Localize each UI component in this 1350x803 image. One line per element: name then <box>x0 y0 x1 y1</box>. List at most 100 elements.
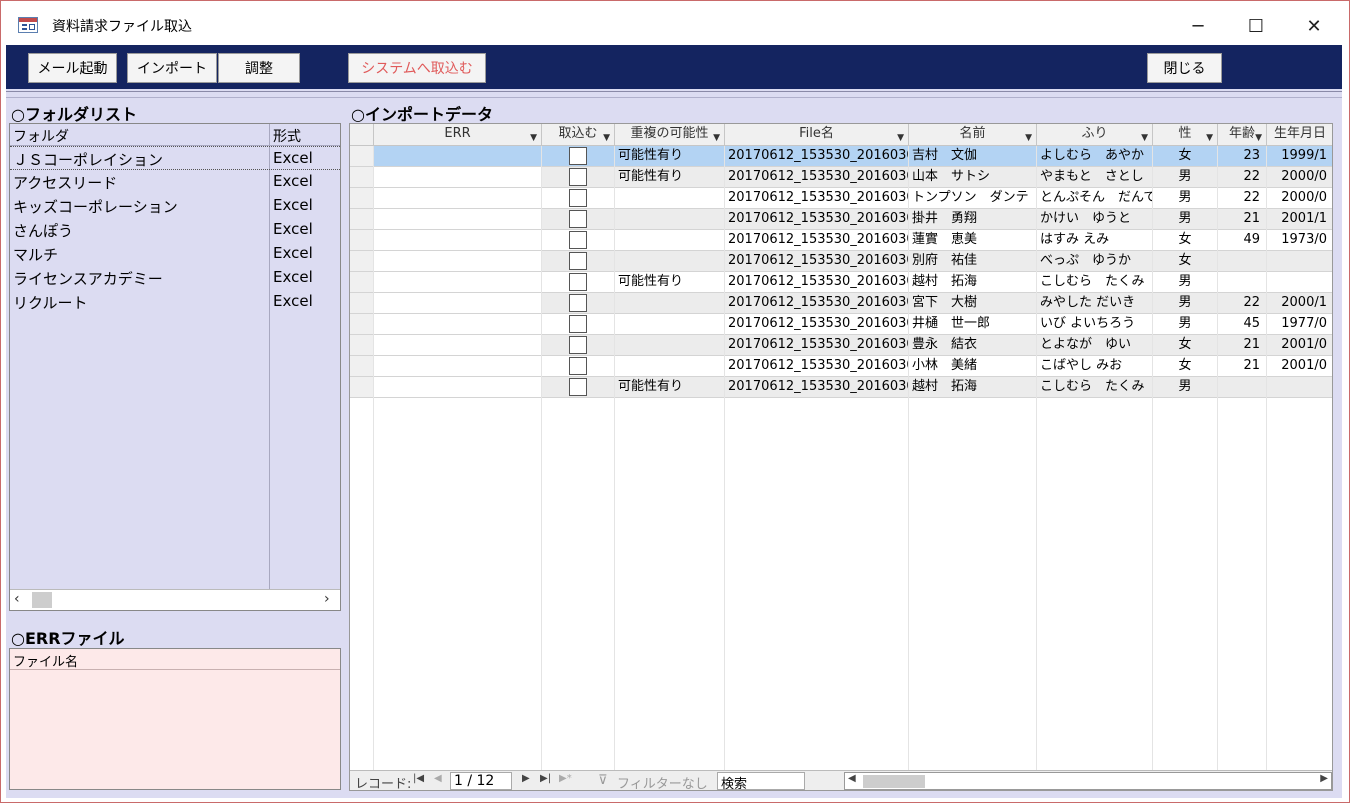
table-row[interactable]: 20170612_153530_20160301 宮下 大樹 みやした だいき男 22… <box>350 293 1332 314</box>
import-checkbox[interactable] <box>569 336 587 354</box>
age-cell[interactable]: 45 <box>1218 314 1267 334</box>
dup-cell[interactable]: 可能性有り <box>615 272 725 292</box>
close-button[interactable]: 閉じる <box>1147 53 1222 83</box>
scroll-thumb[interactable] <box>863 775 925 788</box>
row-selector[interactable] <box>350 251 374 271</box>
folder-item[interactable]: ライセンスアカデミー Excel <box>10 266 340 290</box>
import-check-header[interactable]: 取込む ▼ <box>542 124 615 146</box>
sex-cell[interactable]: 女 <box>1153 251 1218 271</box>
birth-cell[interactable]: 2000/0 <box>1267 188 1332 208</box>
err-cell[interactable] <box>374 377 542 397</box>
name-cell[interactable]: 蓮實 恵美 <box>909 230 1037 250</box>
sex-cell[interactable]: 女 <box>1153 230 1218 250</box>
sex-cell[interactable]: 女 <box>1153 146 1218 166</box>
birth-cell[interactable]: 1977/0 <box>1267 314 1332 334</box>
table-row[interactable]: 20170612_153530_20160301 井樋 世一郎 いび よいちろう男 4… <box>350 314 1332 335</box>
scroll-right-icon[interactable]: ▶ <box>1320 773 1328 784</box>
row-selector[interactable] <box>350 335 374 355</box>
table-row[interactable]: 可能性有り 20170612_153530_20160301 越村 拓海 こしむら た… <box>350 272 1332 293</box>
name-cell[interactable]: 豊永 結衣 <box>909 335 1037 355</box>
sex-cell[interactable]: 男 <box>1153 209 1218 229</box>
dup-cell[interactable] <box>615 314 725 334</box>
dropdown-arrow-icon[interactable]: ▼ <box>713 128 720 146</box>
row-selector[interactable] <box>350 146 374 166</box>
furi-cell[interactable]: こしむら たくみ <box>1037 377 1153 397</box>
table-row[interactable]: 可能性有り 20170612_153530_20160301 山本 サトシ やまもと … <box>350 167 1332 188</box>
import-cell[interactable] <box>542 167 615 187</box>
furigana-header[interactable]: ふり ▼ <box>1037 124 1153 146</box>
sex-cell[interactable]: 男 <box>1153 293 1218 313</box>
name-cell[interactable]: 越村 拓海 <box>909 272 1037 292</box>
import-cell[interactable] <box>542 209 615 229</box>
birthdate-header[interactable]: 生年月日 <box>1267 124 1332 146</box>
maximize-button[interactable]: ☐ <box>1236 11 1276 41</box>
folder-list-scrollbar[interactable]: ‹ › <box>10 589 340 610</box>
dropdown-arrow-icon[interactable]: ▼ <box>1141 128 1148 146</box>
new-record-icon[interactable]: ▶* <box>559 773 572 784</box>
dropdown-arrow-icon[interactable]: ▼ <box>1025 128 1032 146</box>
age-cell[interactable]: 22 <box>1218 293 1267 313</box>
file-cell[interactable]: 20170612_153530_20160301 <box>725 251 909 271</box>
sex-cell[interactable]: 男 <box>1153 167 1218 187</box>
age-cell[interactable] <box>1218 251 1267 271</box>
err-cell[interactable] <box>374 251 542 271</box>
dropdown-arrow-icon[interactable]: ▼ <box>603 128 610 146</box>
age-cell[interactable]: 22 <box>1218 167 1267 187</box>
dropdown-arrow-icon[interactable]: ▼ <box>897 128 904 146</box>
import-data-grid[interactable]: ERR ▼ 取込む ▼ 重複の可能性 ▼ File名 ▼ 名前 ▼ ふり ▼ 性 ▼ 年齢 ▼ 生年月日 可能性… <box>349 123 1333 791</box>
dup-cell[interactable] <box>615 356 725 376</box>
birth-cell[interactable] <box>1267 377 1332 397</box>
file-name-header[interactable]: File名 ▼ <box>725 124 909 146</box>
furi-cell[interactable]: とよなが ゆい <box>1037 335 1153 355</box>
dup-cell[interactable]: 可能性有り <box>615 377 725 397</box>
import-cell[interactable] <box>542 230 615 250</box>
folder-item[interactable]: リクルート Excel <box>10 290 340 314</box>
name-cell[interactable]: トンプソン ダンテ <box>909 188 1037 208</box>
import-checkbox[interactable] <box>569 357 587 375</box>
prev-record-icon[interactable]: ◀ <box>434 773 442 784</box>
table-row[interactable]: 20170612_153530_20160301 蓮實 恵美 はすみ えみ女 49 19… <box>350 230 1332 251</box>
furi-cell[interactable]: こばやし みお <box>1037 356 1153 376</box>
furi-cell[interactable]: よしむら あやか <box>1037 146 1153 166</box>
age-cell[interactable]: 21 <box>1218 356 1267 376</box>
sex-cell[interactable]: 女 <box>1153 356 1218 376</box>
import-cell[interactable] <box>542 356 615 376</box>
file-cell[interactable]: 20170612_153530_20160301 <box>725 335 909 355</box>
file-cell[interactable]: 20170612_153530_20160301 <box>725 209 909 229</box>
table-row[interactable]: 20170612_153530_20160301 別府 祐佳 べっぷ ゆうか女 <box>350 251 1332 272</box>
furi-cell[interactable]: べっぷ ゆうか <box>1037 251 1153 271</box>
import-cell[interactable] <box>542 335 615 355</box>
furi-cell[interactable]: こしむら たくみ <box>1037 272 1153 292</box>
mail-launch-button[interactable]: メール起動 <box>28 53 117 83</box>
birth-cell[interactable]: 2000/1 <box>1267 293 1332 313</box>
name-cell[interactable]: 小林 美緒 <box>909 356 1037 376</box>
name-header[interactable]: 名前 ▼ <box>909 124 1037 146</box>
dropdown-arrow-icon[interactable]: ▼ <box>1255 128 1262 146</box>
birth-cell[interactable]: 2001/0 <box>1267 356 1332 376</box>
birth-cell[interactable]: 1999/1 <box>1267 146 1332 166</box>
row-selector[interactable] <box>350 377 374 397</box>
scroll-left-icon[interactable]: ◀ <box>848 773 856 784</box>
furi-cell[interactable]: みやした だいき <box>1037 293 1153 313</box>
folder-list[interactable]: フォルダ 形式 ＪＳコーポレイション Excel アクセスリード Excel キッズ… <box>9 123 341 611</box>
err-cell[interactable] <box>374 314 542 334</box>
filter-status[interactable]: フィルターなし <box>617 773 708 790</box>
next-record-icon[interactable]: ▶ <box>522 773 530 784</box>
age-cell[interactable]: 21 <box>1218 335 1267 355</box>
file-cell[interactable]: 20170612_153530_20160301 <box>725 167 909 187</box>
err-header[interactable]: ERR ▼ <box>374 124 542 146</box>
file-cell[interactable]: 20170612_153530_20160301 <box>725 293 909 313</box>
furi-cell[interactable]: かけい ゆうと <box>1037 209 1153 229</box>
dup-cell[interactable]: 可能性有り <box>615 146 725 166</box>
age-cell[interactable]: 49 <box>1218 230 1267 250</box>
err-cell[interactable] <box>374 293 542 313</box>
import-checkbox[interactable] <box>569 315 587 333</box>
err-file-list[interactable]: ファイル名 <box>9 648 341 790</box>
import-cell[interactable] <box>542 188 615 208</box>
err-cell[interactable] <box>374 356 542 376</box>
birth-cell[interactable] <box>1267 272 1332 292</box>
last-record-icon[interactable]: ▶| <box>540 773 551 784</box>
file-cell[interactable]: 20170612_153530_20160301 <box>725 377 909 397</box>
file-cell[interactable]: 20170612_153530_20160301 <box>725 356 909 376</box>
table-row[interactable]: 20170612_153530_20160301 小林 美緒 こばやし みお女 21 2… <box>350 356 1332 377</box>
